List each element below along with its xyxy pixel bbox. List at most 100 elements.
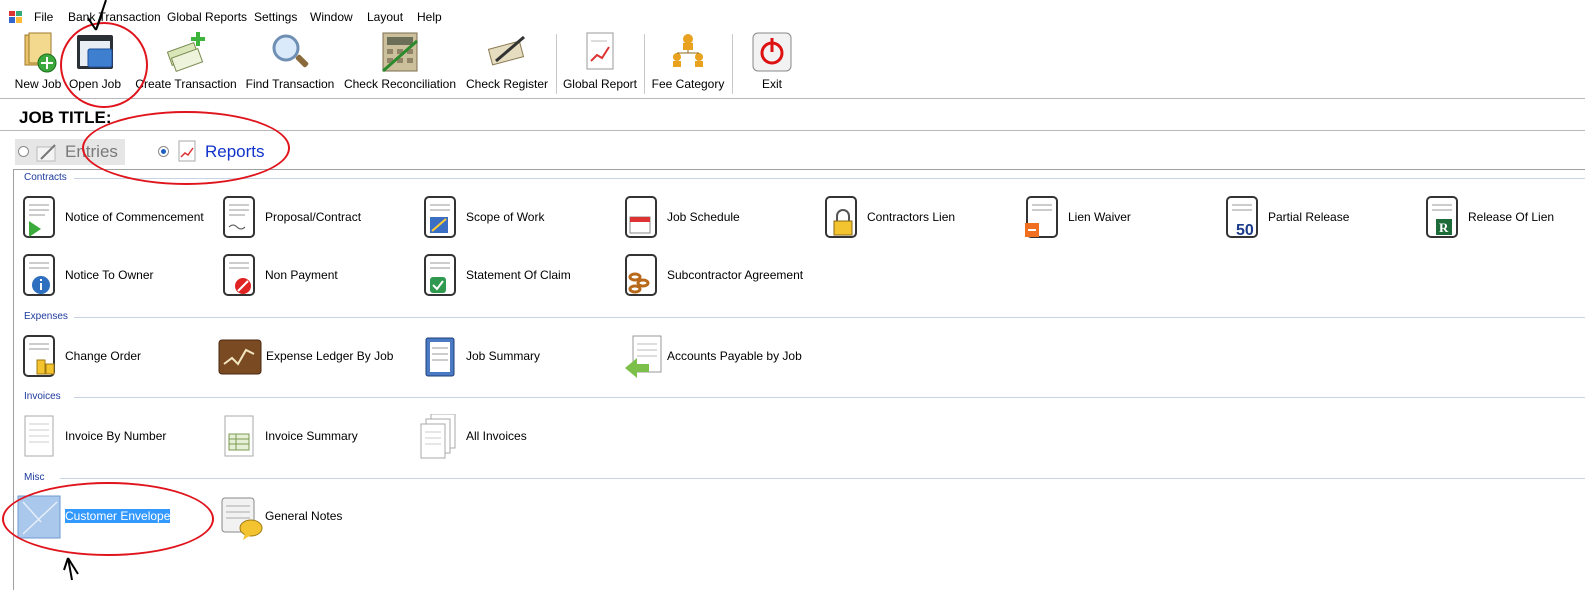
report-label: Accounts Payable by Job xyxy=(667,349,802,363)
calculator-icon xyxy=(382,32,418,73)
report-label: Notice of Commencement xyxy=(65,210,204,224)
new-job-button[interactable]: New Job xyxy=(10,30,66,96)
no-entry-doc-icon xyxy=(223,254,255,296)
check-reconciliation-label: Check Reconciliation xyxy=(343,77,457,91)
report-label: Lien Waiver xyxy=(1068,210,1131,224)
clipboard-icon xyxy=(425,337,455,377)
create-transaction-button[interactable]: Create Transaction xyxy=(132,30,240,96)
report-label: Statement Of Claim xyxy=(466,268,571,282)
toolbar-divider xyxy=(0,98,1585,99)
group-divider xyxy=(60,478,1585,479)
report-icon xyxy=(178,140,196,162)
check-pen-icon xyxy=(487,35,525,66)
find-transaction-label: Find Transaction xyxy=(245,77,335,91)
report-chart-icon xyxy=(586,32,614,70)
pencil-icon xyxy=(36,144,56,162)
report-label: Subcontractor Agreement xyxy=(667,268,804,282)
report-label: All Invoices xyxy=(466,429,527,443)
contract-doc-icon: R xyxy=(1426,196,1458,238)
check-reconciliation-button[interactable]: Check Reconciliation xyxy=(340,30,460,96)
check-doc-icon xyxy=(424,254,456,296)
menu-window[interactable]: Window xyxy=(310,10,353,24)
check-register-button[interactable]: Check Register xyxy=(463,30,551,96)
report-label: Notice To Owner xyxy=(65,268,154,282)
fee-category-button[interactable]: Fee Category xyxy=(649,30,727,96)
open-job-label: Open Job xyxy=(68,77,122,91)
report-label: General Notes xyxy=(265,509,343,523)
report-label: Expense Ledger By Job xyxy=(266,349,394,363)
open-job-icon xyxy=(77,35,113,69)
group-divider xyxy=(74,178,1585,179)
report-label: Non Payment xyxy=(265,268,338,282)
group-divider xyxy=(74,317,1585,318)
toolbar-separator xyxy=(732,34,733,94)
app-icon xyxy=(9,11,22,23)
reports-radio[interactable]: Reports xyxy=(155,139,270,165)
report-label: Job Summary xyxy=(466,349,541,363)
toolbar-separator xyxy=(556,34,557,94)
reports-label: Reports xyxy=(205,142,265,161)
entries-radio-button[interactable] xyxy=(18,146,29,157)
entries-label: Entries xyxy=(65,142,118,161)
contract-doc-icon: 50 xyxy=(1226,196,1258,239)
exit-label: Exit xyxy=(761,77,782,91)
report-label: Contractors Lien xyxy=(867,210,956,224)
info-doc-icon xyxy=(23,254,55,296)
report-label: Invoice By Number xyxy=(65,429,167,443)
menu-bank-transaction[interactable]: Bank Transaction xyxy=(68,10,161,24)
report-label: Proposal/Contract xyxy=(265,210,362,224)
hierarchy-icon xyxy=(673,34,703,67)
menu-settings[interactable]: Settings xyxy=(254,10,297,24)
chain-doc-icon xyxy=(625,254,657,296)
fee-category-label: Fee Category xyxy=(651,77,725,91)
job-title: JOB TITLE: xyxy=(19,108,112,127)
menu-help[interactable]: Help xyxy=(417,10,442,24)
report-label: Invoice Summary xyxy=(265,429,358,443)
report-label: Customer Envelope xyxy=(65,509,171,523)
contracts-group-label: Contracts xyxy=(24,172,71,183)
check-register-label: Check Register xyxy=(465,77,549,91)
entries-radio[interactable]: Entries xyxy=(15,139,125,165)
contract-doc-icon xyxy=(223,196,255,238)
magnifier-icon xyxy=(272,34,309,68)
stacked-invoices-icon xyxy=(420,414,456,459)
envelope-icon xyxy=(17,495,61,539)
report-label: Change Order xyxy=(65,349,142,363)
lock-doc-icon xyxy=(825,196,857,238)
exit-button[interactable]: Exit xyxy=(745,30,799,96)
expenses-group-label: Expenses xyxy=(24,311,72,322)
menu-file[interactable]: File xyxy=(34,10,53,24)
release-of-lien-badge: R xyxy=(1439,220,1449,235)
global-report-button[interactable]: Global Report xyxy=(561,30,639,96)
invoice-icon xyxy=(24,415,54,457)
notes-icon xyxy=(221,497,263,540)
title-divider xyxy=(0,130,1585,131)
menu-global-reports[interactable]: Global Reports xyxy=(167,10,247,24)
global-report-label: Global Report xyxy=(562,77,638,91)
create-transaction-icon xyxy=(166,32,205,73)
partial-release-badge: 50 xyxy=(1236,222,1254,239)
report-label: Release Of Lien xyxy=(1468,210,1555,224)
misc-group-label: Misc xyxy=(24,472,49,483)
contract-doc-icon xyxy=(424,196,456,238)
report-label: Job Schedule xyxy=(667,210,740,224)
wallet-icon xyxy=(218,339,262,375)
spreadsheet-arrow-icon xyxy=(625,335,662,378)
menu-layout[interactable]: Layout xyxy=(367,10,403,24)
coins-doc-icon xyxy=(23,335,55,377)
report-label: Partial Release xyxy=(1268,210,1350,224)
menu-bar: File Bank Transaction Global Reports Set… xyxy=(0,0,1585,30)
contract-doc-icon xyxy=(23,196,55,238)
report-label: Scope of Work xyxy=(466,210,545,224)
reports-radio-button[interactable] xyxy=(158,146,169,157)
create-transaction-label: Create Transaction xyxy=(135,77,237,91)
open-job-button[interactable]: Open Job xyxy=(67,30,123,96)
toolbar-separator xyxy=(644,34,645,94)
new-job-icon xyxy=(24,32,57,73)
toolbar: New Job Open Job Create Transaction Find… xyxy=(0,30,1585,96)
calendar-doc-icon xyxy=(625,196,657,238)
find-transaction-button[interactable]: Find Transaction xyxy=(242,30,338,96)
power-icon xyxy=(752,32,792,72)
contract-doc-icon xyxy=(1025,196,1058,238)
new-job-label: New Job xyxy=(14,77,62,91)
